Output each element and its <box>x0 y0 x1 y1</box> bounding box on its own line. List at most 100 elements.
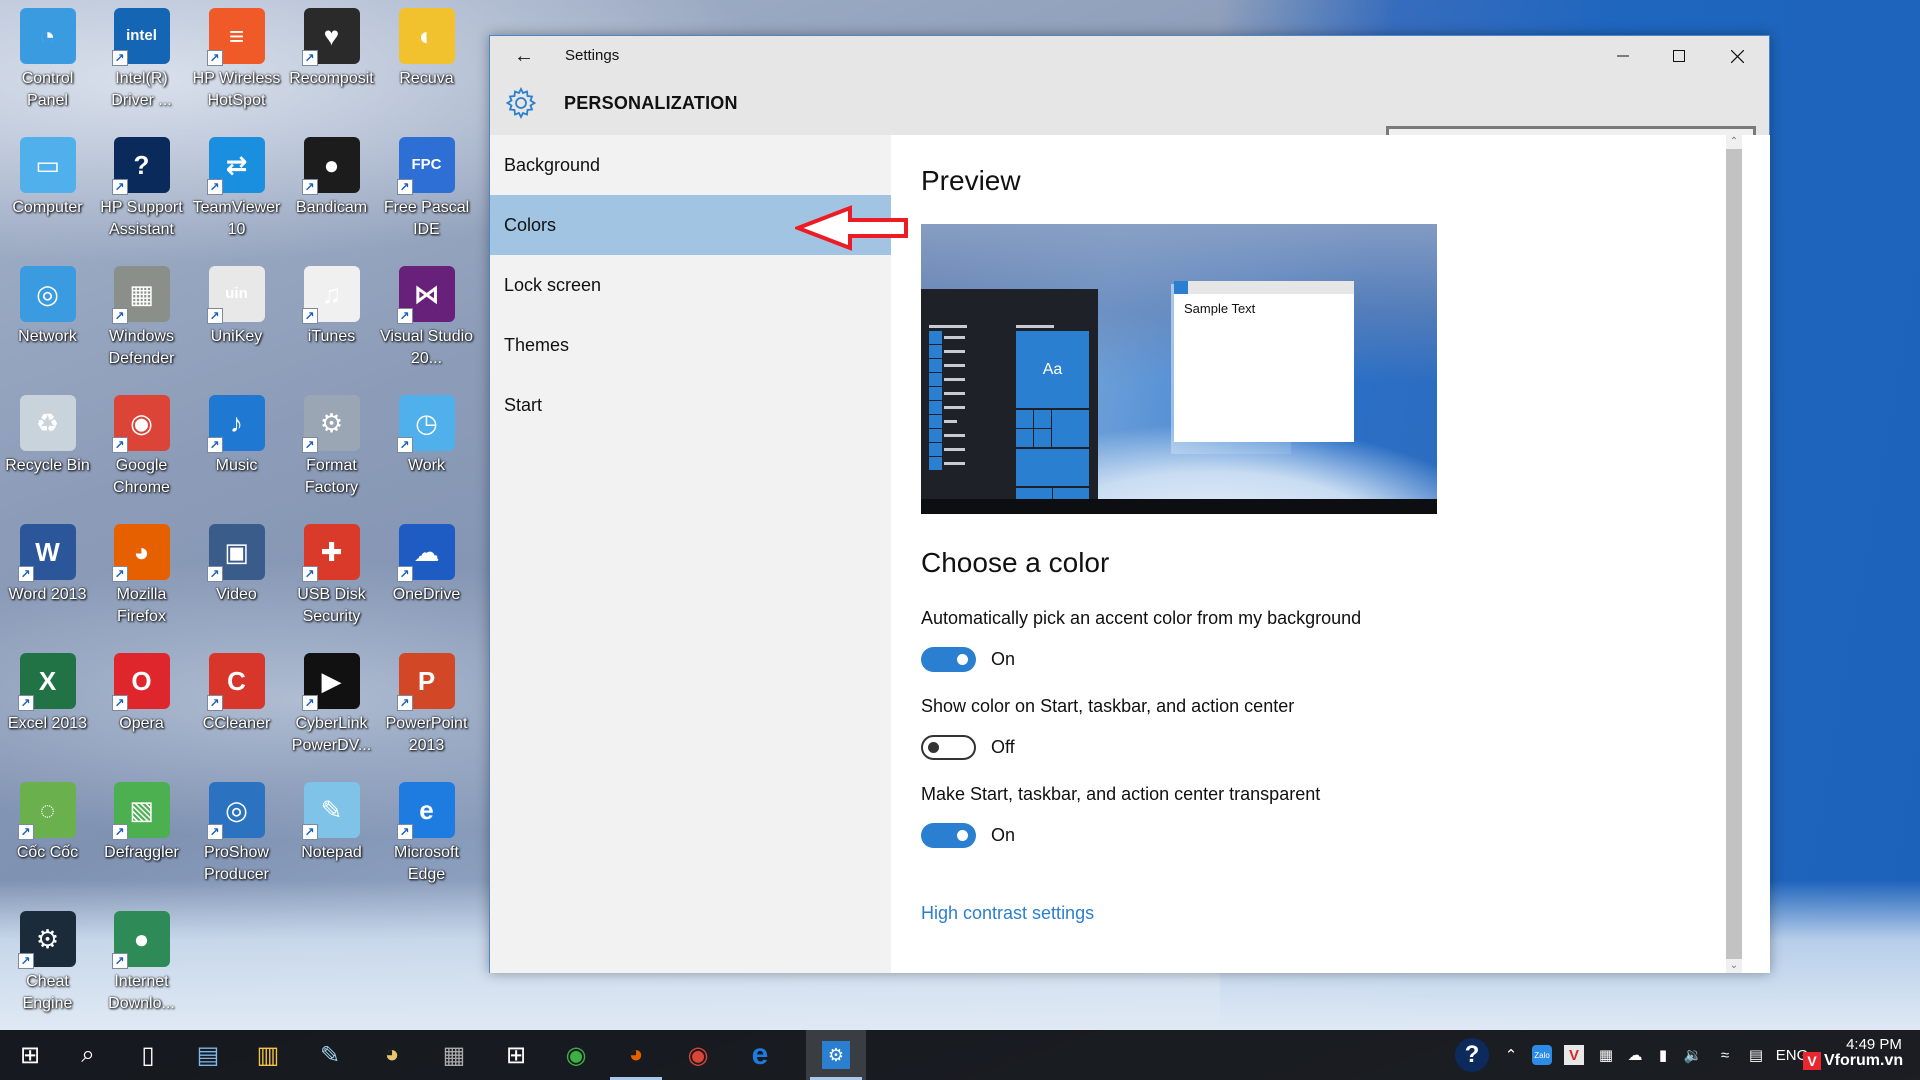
sidebar-item-themes[interactable]: Themes <box>490 315 891 375</box>
battery-tray-icon[interactable]: ▮ <box>1650 1030 1676 1080</box>
desktop-icon[interactable]: ? ↗ HP Support Assistant <box>94 137 189 241</box>
desktop-icon[interactable]: ● ↗ Internet Downlo... <box>94 911 189 1015</box>
desktop-icon[interactable]: ◷ ↗ Work <box>379 395 474 477</box>
close-button[interactable] <box>1708 36 1766 76</box>
desktop-icon[interactable]: X ↗ Excel 2013 <box>0 653 95 735</box>
desktop-icon[interactable]: ▣ ↗ Video <box>189 524 284 606</box>
desktop-icon[interactable]: O ↗ Opera <box>94 653 189 735</box>
scroll-track[interactable] <box>1726 135 1742 973</box>
desktop-icon[interactable]: ▦ ↗ Windows Defender <box>94 266 189 370</box>
desktop-icon[interactable]: e ↗ Microsoft Edge <box>379 782 474 886</box>
desktop-icon[interactable]: ▭ Computer <box>0 137 95 219</box>
desktop-icon[interactable]: ⇄ ↗ TeamViewer 10 <box>189 137 284 241</box>
taskbar-settings[interactable]: ⚙ <box>806 1030 866 1080</box>
desktop-icon-label: Computer <box>12 199 83 216</box>
high-contrast-settings-link[interactable]: High contrast settings <box>921 903 1094 924</box>
taskbar-internet-download-manager[interactable]: ◉ <box>546 1030 606 1080</box>
desktop-app-icon: ◎ <box>19 266 76 322</box>
desktop-icon-label: PowerPoint 2013 <box>385 715 468 754</box>
desktop-icon[interactable]: ♻ Recycle Bin <box>0 395 95 477</box>
desktop-icon[interactable]: P ↗ PowerPoint 2013 <box>379 653 474 757</box>
action-center-icon[interactable]: ▤ <box>1742 1030 1770 1080</box>
scrollbar[interactable]: ⌃ ⌄ <box>1726 135 1770 973</box>
taskbar-paint[interactable]: ◕ <box>362 1030 422 1080</box>
desktop-icon[interactable]: C ↗ CCleaner <box>189 653 284 735</box>
maximize-button[interactable] <box>1650 36 1708 76</box>
desktop-app-icon: ? ↗ <box>111 137 170 195</box>
scroll-down-icon[interactable]: ⌄ <box>1726 959 1742 973</box>
desktop-icon[interactable]: ≡ ↗ HP Wireless HotSpot <box>189 8 284 112</box>
show-color-state: Off <box>991 737 1015 757</box>
desktop-icon[interactable]: ◎ Network <box>0 266 95 348</box>
desktop-icon[interactable]: intel ↗ Intel(R) Driver ... <box>94 8 189 112</box>
desktop-icon[interactable]: ☁ ↗ OneDrive <box>379 524 474 606</box>
zalo-tray-icon[interactable]: Zalo <box>1530 1030 1554 1080</box>
onedrive-tray-icon[interactable]: ☁ <box>1622 1030 1648 1080</box>
show-color-toggle[interactable] <box>921 735 976 760</box>
taskbar-search[interactable]: ⌕ <box>58 1030 118 1080</box>
help-tray-icon[interactable]: ? <box>1450 1030 1494 1080</box>
desktop-icon[interactable]: ✚ ↗ USB Disk Security <box>284 524 379 628</box>
back-button[interactable]: ← <box>504 40 544 72</box>
taskbar-app-1[interactable]: ▤ <box>178 1030 238 1080</box>
wifi-tray-icon[interactable]: ≈ <box>1712 1030 1738 1080</box>
desktop-icon[interactable]: ◕ ↗ Mozilla Firefox <box>94 524 189 628</box>
v-tray-icon[interactable]: V <box>1562 1030 1586 1080</box>
desktop-icon[interactable]: ✎ ↗ Notepad <box>284 782 379 864</box>
preview-bar <box>1016 325 1054 328</box>
sidebar: Background Colors Lock screen Themes Sta… <box>490 135 891 973</box>
desktop-icon[interactable]: ⚙ ↗ Format Factory <box>284 395 379 499</box>
desktop-icon[interactable]: ◐ Recuva <box>379 8 474 90</box>
shortcut-arrow-icon: ↗ <box>111 824 128 840</box>
desktop-icon-label: OneDrive <box>392 586 461 603</box>
taskbar-edge[interactable]: e <box>730 1030 790 1080</box>
desktop-icon[interactable]: ◌ ↗ Cốc Cốc <box>0 782 95 864</box>
minimize-icon <box>1617 55 1629 57</box>
desktop-icon[interactable]: uin ↗ UniKey <box>189 266 284 348</box>
desktop-icon[interactable]: ◔ Control Panel <box>0 8 95 112</box>
desktop-app-icon: ◷ ↗ <box>396 395 455 453</box>
volume-tray-icon[interactable]: 🔉 <box>1680 1030 1706 1080</box>
desktop-icon[interactable]: ⋈ ↗ Visual Studio 20... <box>379 266 474 370</box>
desktop-icon[interactable]: ♥ ↗ Recomposit <box>284 8 379 90</box>
sidebar-item-background[interactable]: Background <box>490 135 891 195</box>
sidebar-item-lock-screen[interactable]: Lock screen <box>490 255 891 315</box>
desktop-icon[interactable]: ▶ ↗ CyberLink PowerDV... <box>284 653 379 757</box>
desktop-icon[interactable]: W ↗ Word 2013 <box>0 524 95 606</box>
taskbar-notepad[interactable]: ✎ <box>300 1030 360 1080</box>
desktop-app-icon: ● ↗ <box>301 137 360 195</box>
desktop-icon[interactable]: ♫ ↗ iTunes <box>284 266 379 348</box>
sidebar-item-start[interactable]: Start <box>490 375 891 435</box>
transparent-toggle[interactable] <box>921 823 976 848</box>
desktop-icon[interactable]: ⚙ ↗ Cheat Engine <box>0 911 95 1015</box>
desktop-icon[interactable]: ▧ ↗ Defraggler <box>94 782 189 864</box>
taskbar-firefox[interactable]: ◕ <box>606 1030 666 1080</box>
keyboard-tray-icon[interactable]: ▦ <box>1594 1030 1618 1080</box>
taskbar-file-explorer[interactable]: ▥ <box>238 1030 298 1080</box>
taskbar-chrome[interactable]: ◉ <box>668 1030 728 1080</box>
desktop-icon-label: Work <box>407 457 446 474</box>
title-bar[interactable]: ← Settings <box>490 36 1769 76</box>
taskbar-start[interactable]: ⊞ <box>0 1030 60 1080</box>
shortcut-arrow-icon: ↗ <box>111 50 128 66</box>
desktop-app-icon: ◐ <box>398 8 455 64</box>
desktop-icon-label: Intel(R) Driver ... <box>111 70 172 109</box>
show-hidden-icons-chevron-icon[interactable]: ⌃ <box>1500 1030 1522 1080</box>
taskbar-task-view[interactable]: ▯ <box>118 1030 178 1080</box>
scroll-up-icon[interactable]: ⌃ <box>1726 135 1742 149</box>
transparent-state: On <box>991 825 1016 845</box>
auto-accent-toggle[interactable] <box>921 647 976 672</box>
minimize-button[interactable] <box>1594 36 1652 76</box>
desktop-icon[interactable]: ♪ ↗ Music <box>189 395 284 477</box>
desktop-icon[interactable]: FPC ↗ Free Pascal IDE <box>379 137 474 241</box>
desktop-app-icon: ♥ ↗ <box>301 8 360 66</box>
desktop-icon[interactable]: ● ↗ Bandicam <box>284 137 379 219</box>
shortcut-arrow-icon: ↗ <box>17 695 34 711</box>
desktop-icon[interactable]: ◎ ↗ ProShow Producer <box>189 782 284 886</box>
shortcut-arrow-icon: ↗ <box>111 437 128 453</box>
taskbar-store[interactable]: ⊞ <box>486 1030 546 1080</box>
watermark-logo-icon: V <box>1803 1052 1821 1070</box>
desktop-icon[interactable]: ◉ ↗ Google Chrome <box>94 395 189 499</box>
taskbar-windows-defender[interactable]: ▦ <box>424 1030 484 1080</box>
preview-list-tile <box>929 415 942 428</box>
